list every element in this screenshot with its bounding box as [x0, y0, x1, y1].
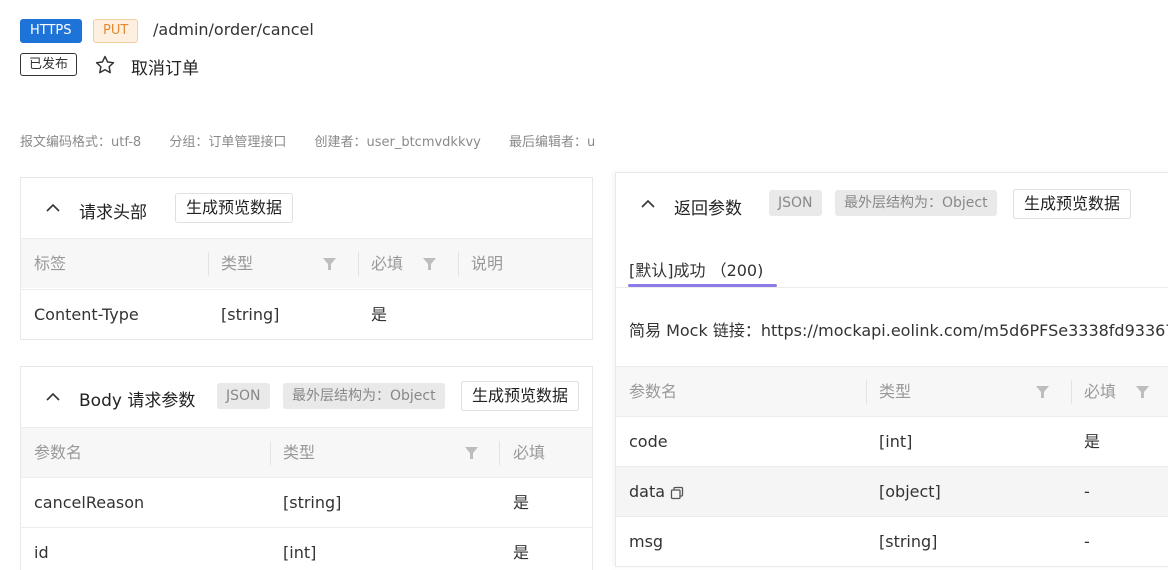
column-required: 必填: [1084, 382, 1117, 401]
column-separator: [1071, 380, 1072, 404]
filter-icon[interactable]: [1136, 386, 1149, 398]
body-params-panel: Body 请求参数 JSON 最外层结构为：Object 生成预览数据 参数名 …: [20, 366, 593, 570]
meta-last-editor: 最后编辑者：user_btcmvdkkvy: [509, 135, 595, 150]
chevron-up-icon[interactable]: [640, 199, 656, 209]
mock-link[interactable]: 简易 Mock 链接：https://mockapi.eolink.com/m5…: [629, 317, 1168, 341]
structure-chip: 最外层结构为：Object: [835, 190, 997, 216]
format-chip: JSON: [769, 190, 822, 216]
column-label: 标签: [34, 254, 67, 273]
cell-type: [string]: [283, 493, 342, 512]
request-header-preview-button[interactable]: 生成预览数据: [175, 193, 294, 223]
column-description: 说明: [471, 254, 504, 273]
column-required: 必填: [371, 254, 404, 273]
column-separator: [270, 441, 271, 465]
cell-required: 是: [371, 305, 388, 324]
column-separator: [866, 380, 867, 404]
body-params-title: Body 请求参数: [79, 391, 196, 411]
cell-required: -: [1084, 532, 1090, 551]
cell-name: msg: [629, 532, 664, 551]
response-panel: 返回参数 JSON 最外层结构为：Object 生成预览数据 [默认]成功 （2…: [615, 172, 1168, 567]
cell-type: [string]: [221, 305, 280, 324]
column-param-name: 参数名: [34, 443, 83, 462]
request-header-panel: 请求头部 生成预览数据 标签 类型 必填 说明 Content-Type [st…: [20, 177, 593, 340]
column-type: 类型: [221, 254, 254, 273]
filter-icon[interactable]: [323, 258, 336, 270]
response-panel-header: 返回参数 JSON 最外层结构为：Object 生成预览数据: [616, 173, 1168, 233]
chevron-up-icon[interactable]: [45, 203, 61, 213]
table-header: 参数名 类型 必填: [21, 427, 592, 477]
column-param-name: 参数名: [629, 382, 678, 401]
cell-name: cancelReason: [34, 493, 145, 512]
method-badge: PUT: [93, 19, 139, 43]
filter-icon[interactable]: [423, 258, 436, 270]
status-badge: 已发布: [20, 53, 78, 76]
table-row: msg [string] -: [616, 516, 1168, 566]
column-separator: [358, 252, 359, 276]
copy-icon[interactable]: [670, 486, 684, 500]
cell-name: code: [629, 432, 668, 451]
request-header-title: 请求头部: [79, 203, 147, 223]
filter-icon[interactable]: [1036, 386, 1049, 398]
filter-icon[interactable]: [465, 447, 478, 459]
cell-required: 是: [513, 543, 530, 562]
body-params-preview-button[interactable]: 生成预览数据: [461, 381, 580, 411]
meta-info: 报文编码格式：utf-8 分组：订单管理接口 创建者：user_btcmvdkk…: [20, 131, 595, 151]
meta-format: 报文编码格式：utf-8: [20, 135, 142, 150]
meta-creator: 创建者：user_btcmvdkkvy: [314, 135, 481, 150]
chevron-up-icon[interactable]: [45, 392, 61, 402]
body-params-panel-header: Body 请求参数 JSON 最外层结构为：Object 生成预览数据: [21, 367, 592, 427]
cell-name: Content-Type: [34, 305, 139, 324]
response-preview-button[interactable]: 生成预览数据: [1013, 189, 1132, 219]
cell-name: id: [34, 543, 49, 562]
cell-required: -: [1084, 482, 1090, 501]
api-name: 取消订单: [131, 59, 199, 79]
request-header-panel-header: 请求头部 生成预览数据: [21, 178, 592, 238]
table-row: id [int] 是: [21, 527, 592, 570]
table-header: 参数名 类型 必填: [616, 366, 1168, 416]
table-row: code [int] 是: [616, 416, 1168, 466]
cell-type: [object]: [879, 482, 941, 501]
column-required: 必填: [513, 443, 546, 462]
column-type: 类型: [879, 382, 912, 401]
column-type: 类型: [283, 443, 316, 462]
structure-chip: 最外层结构为：Object: [283, 383, 445, 409]
table-row: cancelReason [string] 是: [21, 477, 592, 527]
api-url: /admin/order/cancel: [153, 20, 314, 39]
table-row: data [object] -: [616, 466, 1168, 516]
cell-required: 是: [513, 493, 530, 512]
format-chip: JSON: [217, 383, 270, 409]
tab-default-success[interactable]: [默认]成功 （200): [629, 257, 763, 281]
column-separator: [499, 441, 500, 465]
cell-type: [int]: [283, 543, 317, 562]
column-separator: [208, 252, 209, 276]
protocol-badge: HTTPS: [20, 19, 82, 43]
cell-name: data: [629, 482, 666, 501]
column-separator: [458, 252, 459, 276]
meta-group: 分组：订单管理接口: [169, 135, 287, 150]
table-row: Content-Type [string] 是: [21, 289, 592, 339]
table-header: 标签 类型 必填 说明: [21, 238, 592, 288]
cell-type: [string]: [879, 532, 938, 551]
tab-bar-divider: [616, 287, 1168, 288]
cell-required: 是: [1084, 432, 1101, 451]
response-title: 返回参数: [674, 199, 742, 219]
cell-type: [int]: [879, 432, 913, 451]
star-icon[interactable]: [94, 54, 116, 76]
